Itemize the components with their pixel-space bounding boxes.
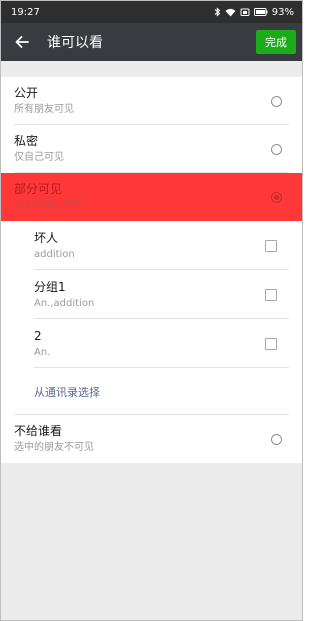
group-item[interactable]: 坏人 addition <box>1 221 302 270</box>
spacer <box>1 61 302 77</box>
option-public[interactable]: 公开 所有朋友可见 <box>1 77 302 125</box>
option-private[interactable]: 私密 仅自己可见 <box>1 125 302 173</box>
group-checkbox[interactable] <box>265 288 277 301</box>
option-subtitle: 所有朋友可见 <box>14 104 74 115</box>
group-texts: 2 An. <box>34 328 265 360</box>
option-texts: 部分可见 选中的朋友可见 <box>14 181 271 213</box>
radio-public[interactable] <box>271 95 282 107</box>
option-title: 部分可见 <box>14 182 63 196</box>
status-time: 19:27 <box>11 6 40 18</box>
visibility-options-list: 公开 所有朋友可见 私密 仅自己可见 部分可见 选中的朋友可见 坏人 addit… <box>1 77 302 463</box>
battery-icon <box>253 8 268 16</box>
group-members: An. <box>34 346 51 358</box>
radio-partial[interactable] <box>271 191 282 203</box>
group-item[interactable]: 分组1 An.,addition <box>1 270 302 319</box>
arrow-left-icon <box>15 33 29 52</box>
radio-private[interactable] <box>271 143 282 155</box>
option-subtitle: 选中的朋友可见 <box>14 200 84 211</box>
option-subtitle: 选中的朋友不可见 <box>14 442 94 453</box>
status-icons: 93% <box>214 7 294 18</box>
option-title: 私密 <box>14 134 39 148</box>
group-item[interactable]: 2 An. <box>1 319 302 368</box>
group-checkbox[interactable] <box>265 337 277 350</box>
option-texts: 私密 仅自己可见 <box>14 133 271 165</box>
wifi-icon <box>225 8 236 17</box>
option-partial[interactable]: 部分可见 选中的朋友可见 <box>1 173 302 221</box>
group-texts: 坏人 addition <box>34 230 265 262</box>
battery-percent: 93% <box>271 6 294 18</box>
option-title: 公开 <box>14 86 39 100</box>
group-checkbox[interactable] <box>265 239 277 252</box>
status-bar: 19:27 93% <box>1 1 302 23</box>
option-texts: 不给谁看 选中的朋友不可见 <box>14 423 271 455</box>
option-subtitle: 仅自己可见 <box>14 152 64 163</box>
bluetooth-icon <box>214 7 221 17</box>
group-texts: 分组1 An.,addition <box>34 279 265 311</box>
radio-exclude[interactable] <box>271 433 282 445</box>
option-exclude[interactable]: 不给谁看 选中的朋友不可见 <box>1 415 302 463</box>
done-button[interactable]: 完成 <box>256 30 296 54</box>
page-title: 谁可以看 <box>47 35 103 51</box>
option-title: 不给谁看 <box>14 424 63 438</box>
group-members: addition <box>34 248 75 260</box>
nav-bar: 谁可以看 完成 <box>1 23 302 61</box>
back-button[interactable] <box>5 23 39 61</box>
group-name: 2 <box>34 328 42 343</box>
select-from-contacts-link[interactable]: 从通讯录选择 <box>1 368 302 415</box>
group-members: An.,addition <box>34 297 95 309</box>
alarm-icon <box>240 7 250 17</box>
option-texts: 公开 所有朋友可见 <box>14 85 271 117</box>
group-name: 分组1 <box>34 279 66 294</box>
phone-screen: 19:27 93% 谁可以看 完成 公开 所有朋友可见 私密 仅自己可见 部分可… <box>0 0 303 621</box>
group-name: 坏人 <box>34 230 59 245</box>
